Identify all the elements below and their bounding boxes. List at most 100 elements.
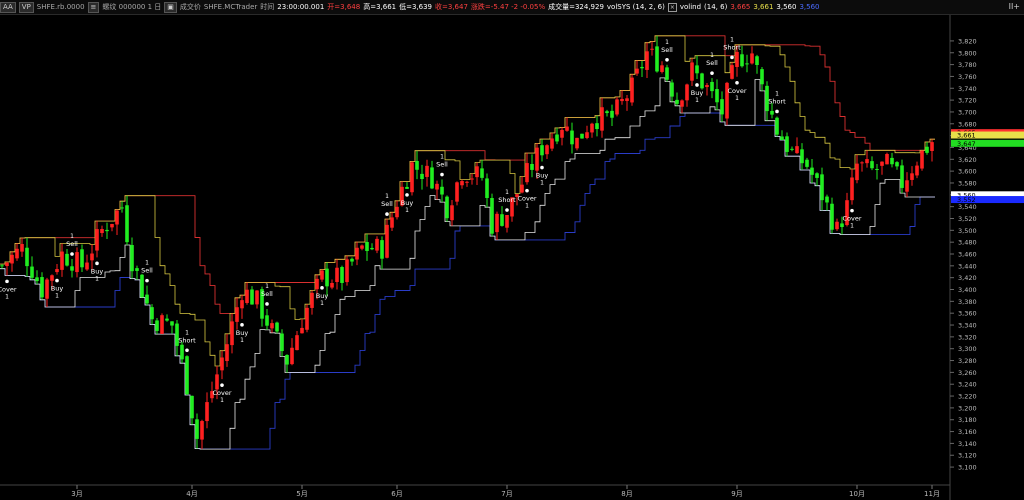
- signal-label: Buy: [536, 172, 549, 180]
- candle-body: [895, 162, 899, 167]
- candle-body: [290, 347, 294, 365]
- candle-body: [835, 221, 839, 230]
- signal-qty: 1: [735, 95, 739, 102]
- signal-label: Short: [178, 336, 196, 344]
- price-tick-label: 3,400: [958, 286, 977, 294]
- price-tick-label: 3,260: [958, 369, 977, 377]
- price-tick-label: 3,720: [958, 97, 977, 105]
- signal-qty: 1: [710, 52, 714, 59]
- high-value: 高=3,661: [363, 3, 397, 11]
- candle-body: [790, 148, 794, 150]
- candle-body: [555, 134, 559, 142]
- volind-value-3: 3,560: [776, 3, 797, 11]
- candle-body: [390, 217, 394, 228]
- signal-qty: 1: [695, 97, 699, 104]
- candle-body: [465, 181, 469, 183]
- candle-body: [150, 307, 154, 320]
- candle-body: [250, 289, 254, 305]
- candle-body: [500, 214, 504, 226]
- candle-body: [880, 161, 884, 166]
- candle-body: [680, 100, 684, 107]
- candle-body: [95, 229, 99, 251]
- signal-arrow-icon: [265, 302, 269, 306]
- open-value: 开=3,648: [327, 3, 361, 11]
- price-tick-label: 3,500: [958, 227, 977, 235]
- candle-body: [925, 146, 929, 153]
- signal-cover: Cover1: [727, 80, 747, 102]
- candle-body: [640, 66, 644, 69]
- candle-body: [695, 65, 699, 74]
- candle-body: [580, 133, 584, 139]
- candle-body: [105, 229, 109, 232]
- price-tick-label: 3,420: [958, 274, 977, 282]
- candle-body: [345, 259, 349, 283]
- candle-body: [610, 110, 614, 118]
- candle-body: [270, 323, 274, 329]
- signal-arrow-icon: [240, 323, 244, 327]
- candle-body: [545, 145, 549, 155]
- candle-body: [90, 253, 94, 261]
- candle-body: [780, 136, 784, 141]
- candle-body: [730, 65, 734, 79]
- price-tick-label: 3,620: [958, 156, 977, 164]
- candle-body: [745, 63, 749, 65]
- month-label: 10月: [849, 490, 865, 498]
- signal-label: Sell: [436, 161, 448, 169]
- month-label: 3月: [71, 490, 82, 498]
- price-tick-label: 3,200: [958, 404, 977, 412]
- symbol-label: SHFE.rb.0000: [36, 3, 85, 11]
- change-value: 涨跌=-5.47 -2 -0.05%: [470, 3, 546, 11]
- candle-body: [620, 98, 624, 102]
- candle-body: [225, 344, 229, 362]
- candle-body: [30, 266, 34, 278]
- signal-arrow-icon: [405, 193, 409, 197]
- toolbar-tag-aa[interactable]: AA: [0, 2, 16, 13]
- chart-toolbar: AA VP SHFE.rb.0000 ≡ 螺纹 000000 1 日 ▣ 成交价 SHFE.M…: [0, 0, 1024, 15]
- candle-body: [855, 163, 859, 181]
- candle-body: [670, 82, 674, 97]
- signal-label: Buy: [316, 292, 329, 300]
- candle-body: [125, 205, 129, 243]
- candle-body: [930, 142, 934, 151]
- signal-label: Sell: [141, 267, 153, 275]
- candle-body: [430, 167, 434, 189]
- toolbar-tag-vp[interactable]: VP: [18, 2, 34, 13]
- candle-body: [710, 81, 714, 92]
- candle-body: [10, 254, 14, 264]
- candle-body: [75, 252, 79, 273]
- candle-body: [85, 262, 89, 270]
- signal-buy: Buy1: [236, 323, 248, 344]
- toolbar-menu-icon[interactable]: ≡: [87, 2, 100, 13]
- signal-label: Short: [768, 97, 786, 105]
- candle-body: [265, 315, 269, 326]
- volind-label: volind: [679, 3, 702, 11]
- signal-label: Sell: [706, 59, 718, 67]
- candle-body: [560, 129, 564, 138]
- price-chart[interactable]: 3,820 3,800 3,780 3,760 3,740 3,720 3,700 3,680…: [0, 15, 1024, 500]
- price-tick-label: 3,320: [958, 333, 977, 341]
- candle-body: [35, 277, 39, 282]
- candle-body: [755, 56, 759, 66]
- candles: [0, 35, 934, 450]
- toolbar-settings-icon[interactable]: ▣: [164, 2, 177, 13]
- price-tick-label: 3,380: [958, 298, 977, 306]
- candle-body: [495, 213, 499, 233]
- signal-label: Short: [498, 196, 516, 204]
- candle-body: [230, 321, 234, 346]
- chart-menu-button[interactable]: II+: [1009, 2, 1020, 11]
- price-marker-label: 3,552: [957, 196, 976, 204]
- signal-label: Buy: [91, 267, 104, 275]
- signal-qty: 1: [95, 275, 99, 282]
- candle-body: [215, 374, 219, 390]
- candle-body: [700, 73, 704, 89]
- signal-qty: 1: [525, 203, 529, 210]
- signal-label: Cover: [842, 215, 861, 223]
- signal-qty: 1: [240, 337, 244, 344]
- close-icon[interactable]: ×: [667, 2, 677, 12]
- candle-body: [420, 173, 424, 180]
- candle-body: [425, 165, 429, 177]
- candle-body: [490, 198, 494, 234]
- candle-body: [80, 249, 84, 268]
- candle-body: [40, 277, 44, 298]
- signal-label: Short: [723, 43, 741, 51]
